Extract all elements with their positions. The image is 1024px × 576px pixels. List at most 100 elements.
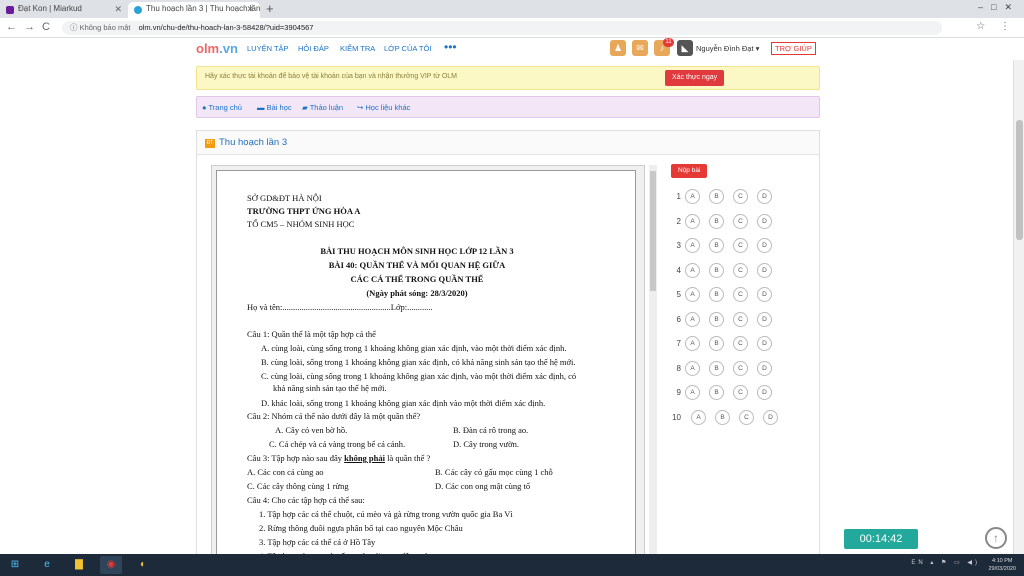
browser-menu-icon[interactable]: ☆ ⋮	[976, 21, 1016, 32]
answer-option-c[interactable]: C	[733, 238, 748, 253]
answer-option-b[interactable]: B	[709, 336, 724, 351]
system-clock[interactable]: 4:10 PM 29/03/2020	[988, 557, 1016, 573]
tab-materials[interactable]: ↪ Học liệu khác	[357, 103, 410, 112]
answer-option-c[interactable]: C	[733, 385, 748, 400]
answer-option-c[interactable]: C	[733, 287, 748, 302]
answer-option-a[interactable]: A	[685, 287, 700, 302]
scrollbar-thumb[interactable]	[1016, 120, 1023, 240]
answer-option-a[interactable]: A	[685, 213, 700, 229]
nav-practice[interactable]: LUYỆN TẬP	[247, 44, 289, 53]
logo-text: olm	[196, 41, 220, 56]
answer-option-c[interactable]: C	[733, 336, 748, 351]
tab-discussion[interactable]: ▰ Thảo luận	[302, 103, 343, 112]
answer-option-d[interactable]: D	[757, 336, 772, 351]
scrollbar-thumb[interactable]	[650, 171, 656, 291]
tab-label: Trang chủ	[208, 103, 242, 112]
answer-option-b[interactable]: B	[709, 360, 724, 376]
new-tab-button[interactable]: +	[266, 1, 274, 16]
answer-option-a[interactable]: A	[685, 360, 700, 376]
answer-option-d[interactable]: D	[757, 360, 772, 376]
question-2: Câu 2: Nhóm cá thể nào dưới đây là một q…	[247, 411, 421, 421]
answer-option-a[interactable]: A	[685, 238, 700, 253]
tab-home[interactable]: ● Trang chủ	[202, 103, 242, 112]
answer-option-d[interactable]: D	[757, 189, 772, 204]
answer-option-a[interactable]: A	[685, 189, 700, 204]
answer-option-b[interactable]: B	[709, 238, 724, 253]
answer-option-c[interactable]: C	[733, 311, 748, 327]
answer-option-c[interactable]: C	[733, 189, 748, 204]
answer-option-a[interactable]: A	[685, 336, 700, 351]
q4-item-3: 3. Tập hợp các cá thể cá ở Hồ Tây	[259, 537, 376, 547]
avatar[interactable]: ◣	[677, 40, 693, 56]
site-logo[interactable]: olm.vn	[196, 41, 238, 56]
close-icon[interactable]: ✕	[114, 2, 122, 16]
answer-option-d[interactable]: D	[763, 409, 778, 425]
answer-option-d[interactable]: D	[757, 262, 772, 278]
close-icon[interactable]: ✕	[246, 2, 254, 16]
answer-option-d[interactable]: D	[757, 238, 772, 253]
q2-option-c: C. Cá chép và cá vàng trong bể cá cảnh.	[269, 439, 406, 449]
answer-option-b[interactable]: B	[709, 385, 724, 400]
answer-option-a[interactable]: A	[685, 262, 700, 278]
document-scrollbar[interactable]	[649, 165, 657, 576]
answer-option-a[interactable]: A	[685, 385, 700, 400]
answer-option-a[interactable]: A	[691, 409, 706, 425]
chat-icon[interactable]: ✉	[632, 40, 648, 56]
add-friend-icon[interactable]: ♟	[610, 40, 626, 56]
app-icon[interactable]: ◐	[132, 556, 154, 574]
language-indicator[interactable]: EN	[911, 560, 925, 566]
submit-button[interactable]: Nộp bài	[671, 164, 708, 178]
tab-label: Học liệu khác	[365, 103, 411, 112]
nav-more[interactable]: •••	[444, 40, 457, 54]
answer-option-b[interactable]: B	[709, 311, 724, 327]
answer-option-b[interactable]: B	[715, 409, 730, 425]
browser-tab-2[interactable]: Thu hoạch lần 3 | Thu hoạch lần ✕	[128, 2, 260, 18]
clock-date: 29/03/2020	[988, 566, 1016, 572]
user-menu[interactable]: Nguyễn Đình Đạt ▾	[696, 44, 759, 53]
security-indicator[interactable]: ⓘ Không bảo mật	[70, 23, 130, 32]
breadcrumb: ● Trang chủ ▬ Bài học ▰ Thảo luận ↪ Học …	[196, 96, 820, 118]
tab-lessons[interactable]: ▬ Bài học	[257, 103, 292, 112]
tab-title: Thu hoạch lần 3 | Thu hoạch lần	[146, 4, 260, 13]
verify-notice: Hãy xác thực tài khoản để bảo vệ tài kho…	[196, 66, 820, 90]
answer-option-d[interactable]: D	[757, 385, 772, 400]
answer-option-b[interactable]: B	[709, 262, 724, 278]
page-scrollbar[interactable]	[1013, 60, 1024, 554]
scroll-top-icon[interactable]: ↑	[985, 527, 1007, 549]
verify-button[interactable]: Xác thực ngay	[665, 70, 725, 86]
start-icon[interactable]: ⊞	[4, 556, 26, 574]
browser-tab-1[interactable]: Đạt Kon | Miarkud ✕	[0, 2, 128, 18]
answer-option-b[interactable]: B	[709, 213, 724, 229]
answer-option-c[interactable]: C	[733, 360, 748, 376]
document-viewer[interactable]: SỞ GD&ĐT HÀ NỘI TRƯỜNG THPT ỨNG HÒA A TỔ…	[211, 165, 645, 576]
chrome-icon[interactable]: ◉	[100, 556, 122, 574]
folder-icon[interactable]: ▇	[68, 556, 90, 574]
answer-option-c[interactable]: C	[733, 213, 748, 229]
forward-icon[interactable]: →	[24, 21, 35, 33]
nav-qa[interactable]: HỎI ĐÁP	[298, 44, 329, 53]
url-input[interactable]: ⓘ Không bảo mật olm.vn/chu-de/thu-hoach-…	[62, 21, 942, 35]
answer-option-b[interactable]: B	[709, 287, 724, 302]
answer-option-b[interactable]: B	[709, 189, 724, 204]
answer-option-c[interactable]: C	[739, 409, 754, 425]
doc-title-3: CÁC CÁ THỂ TRONG QUẦN THỂ	[350, 274, 484, 284]
nav-my-class[interactable]: LỚP CỦA TÔI	[384, 44, 431, 53]
q4-item-1: 1. Tập hợp các cá thể chuột, cú mèo và g…	[259, 509, 513, 519]
q3-text: Câu 3: Tập hợp nào sau đây	[247, 453, 345, 463]
answer-option-a[interactable]: A	[685, 311, 700, 327]
window-controls[interactable]: –□✕	[978, 2, 1020, 13]
q3-option-a: A. Các con cá cùng ao	[247, 467, 324, 477]
answer-option-d[interactable]: D	[757, 213, 772, 229]
reload-icon[interactable]: C	[42, 21, 50, 33]
answer-option-d[interactable]: D	[757, 287, 772, 302]
question-4: Câu 4: Cho các tập hợp cá thể sau:	[247, 495, 365, 505]
q1-option-b: B. cùng loài, sống trong 1 khoảng không …	[261, 357, 576, 367]
back-icon[interactable]: ←	[6, 21, 17, 33]
answer-option-d[interactable]: D	[757, 311, 772, 327]
doc-group: TỔ CM5 – NHÓM SINH HỌC	[247, 219, 355, 229]
nav-test[interactable]: KIỂM TRA	[340, 44, 375, 53]
ie-icon[interactable]: e	[36, 556, 58, 574]
help-button[interactable]: TRỢ GIÚP	[771, 42, 816, 55]
system-tray[interactable]: EN ▴ ⚑ ▭ ◀)	[911, 559, 980, 566]
answer-option-c[interactable]: C	[733, 262, 748, 278]
